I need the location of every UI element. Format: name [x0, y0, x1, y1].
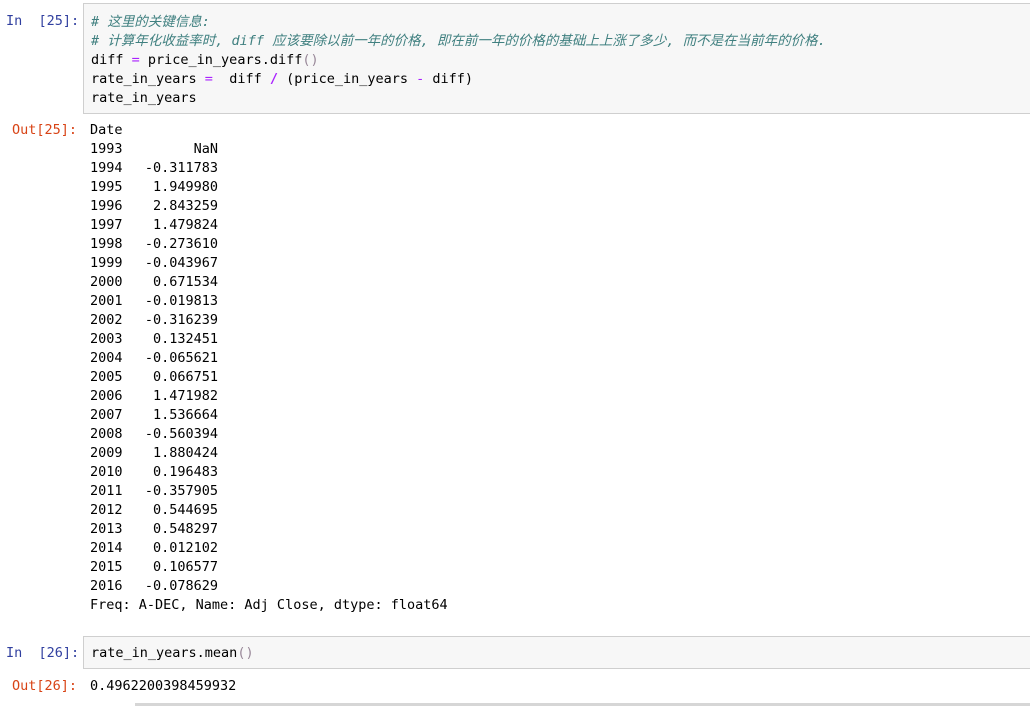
code-line-diff: diff = price_in_years.diff(): [91, 51, 319, 70]
code-token: rate_in_years.mean: [91, 645, 238, 661]
series-year: 2011: [90, 483, 123, 499]
series-year: 2007: [90, 407, 123, 423]
code-line-rate: rate_in_years = diff / (price_in_years -…: [91, 70, 473, 89]
series-value: -0.065621: [144, 350, 218, 366]
code-token: (price_in_years: [277, 71, 417, 87]
series-value: 1.880424: [152, 445, 218, 461]
series-year: 1998: [90, 236, 123, 252]
code-line-result: rate_in_years: [91, 90, 197, 106]
series-value: 0.106577: [152, 559, 218, 575]
series-year: 2016: [90, 578, 123, 594]
cell-25-code-editor[interactable]: # 这里的关键信息: # 计算年化收益率时, diff 应该要除以前一年的价格,…: [83, 3, 1030, 114]
series-year: 1994: [90, 160, 123, 176]
series-value: 0.671534: [152, 274, 218, 290]
output-index-header: Date: [90, 122, 123, 138]
series-value: -0.078629: [144, 578, 218, 594]
series-value: -0.311783: [144, 160, 218, 176]
series-value: -0.316239: [144, 312, 218, 328]
series-value: 1.536664: [152, 407, 218, 423]
code-token: diff): [424, 71, 474, 87]
series-year: 2004: [90, 350, 123, 366]
series-year: 2012: [90, 502, 123, 518]
series-year: 2010: [90, 464, 123, 480]
cell-26-input-prompt: In [26]:: [6, 645, 80, 661]
series-year: 2013: [90, 521, 123, 537]
series-year: 2015: [90, 559, 123, 575]
series-value: -0.043967: [144, 255, 218, 271]
series-value: 0.012102: [152, 540, 218, 556]
cell-25-input-prompt: In [25]:: [6, 13, 80, 29]
series-year: 2001: [90, 293, 123, 309]
series-year: 2000: [90, 274, 123, 290]
cell-26-code-editor[interactable]: rate_in_years.mean(): [83, 636, 1030, 669]
series-footer: Freq: A-DEC, Name: Adj Close, dtype: flo…: [90, 597, 448, 613]
series-year: 2006: [90, 388, 123, 404]
code-bracket: (): [237, 645, 254, 661]
code-bracket: (): [302, 52, 319, 68]
series-value: 2.843259: [152, 198, 218, 214]
series-value: 0.066751: [152, 369, 218, 385]
code-token: diff: [91, 52, 132, 68]
series-value: 0.196483: [152, 464, 218, 480]
series-value: -0.273610: [144, 236, 218, 252]
series-year: 2003: [90, 331, 123, 347]
code-token: rate_in_years: [91, 71, 205, 87]
series-year: 1997: [90, 217, 123, 233]
series-value: 1.479824: [152, 217, 218, 233]
series-value: 0.544695: [152, 502, 218, 518]
series-value: 0.132451: [152, 331, 218, 347]
series-year: 2005: [90, 369, 123, 385]
series-year: 2014: [90, 540, 123, 556]
code-token: price_in_years.diff: [139, 52, 303, 68]
series-value: 1.949980: [152, 179, 218, 195]
series-year: 2009: [90, 445, 123, 461]
series-year: 1999: [90, 255, 123, 271]
series-value: -0.560394: [144, 426, 218, 442]
code-token: diff: [212, 71, 270, 87]
series-year: 2008: [90, 426, 123, 442]
series-year: 1995: [90, 179, 123, 195]
series-value: 1.471982: [152, 388, 218, 404]
code-operator: =: [204, 71, 213, 87]
series-value: -0.357905: [144, 483, 218, 499]
code-comment-line: # 这里的关键信息:: [91, 14, 210, 30]
series-value: NaN: [193, 141, 218, 157]
series-value: 0.548297: [152, 521, 218, 537]
series-year: 2002: [90, 312, 123, 328]
code-operator: /: [269, 71, 278, 87]
cell-26-output-value: 0.4962200398459932: [90, 678, 237, 694]
cell-25-output-prompt: Out[25]:: [12, 122, 78, 138]
code-line-mean: rate_in_years.mean(): [91, 644, 254, 663]
series-value: -0.019813: [144, 293, 218, 309]
code-operator: =: [131, 52, 140, 68]
code-comment-line: # 计算年化收益率时, diff 应该要除以前一年的价格, 即在前一年的价格的基…: [91, 33, 826, 49]
series-year: 1996: [90, 198, 123, 214]
cell-26-output-prompt: Out[26]:: [12, 678, 78, 694]
series-year: 1993: [90, 141, 123, 157]
